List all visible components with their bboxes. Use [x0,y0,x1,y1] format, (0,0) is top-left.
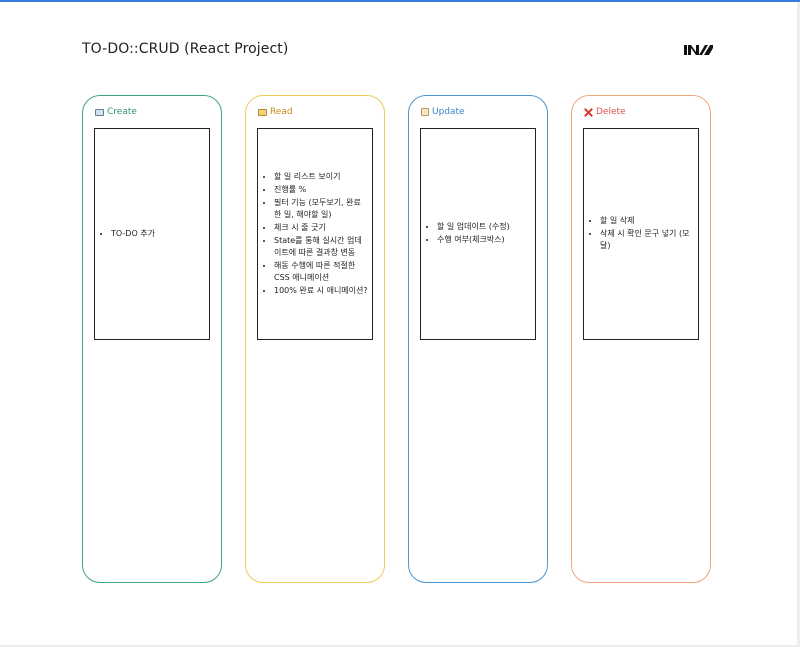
list-item: 할 일 삭제 [600,215,694,227]
item-list: 할 일 업데이트 (수정) 수행 여부(체크박스) [421,221,514,247]
list-item: 100% 완료 시 애니메이션? [274,285,368,297]
column-update: Update 할 일 업데이트 (수정) 수행 여부(체크박스) [408,95,548,583]
column-title: Update [432,107,465,117]
column-title: Delete [596,107,626,117]
column-read: Read 할 일 리스트 보이기 진행률 % 필터 기능 (모두보기, 완료한 … [245,95,385,583]
column-title: Read [270,107,293,117]
column-create: Create TO-DO 추가 [82,95,222,583]
computer-icon [95,108,104,116]
item-list: TO-DO 추가 [95,228,159,241]
list-item: 필터 기능 (모두보기, 완료한 일, 해야할 일) [274,197,368,221]
list-item: 수행 여부(체크박스) [437,234,510,246]
column-header-read: Read [258,107,293,117]
list-item: 해동 수행에 따른 적절한 CSS 애니메이션 [274,260,368,284]
list-item: 진행률 % [274,184,368,196]
list-item: TO-DO 추가 [111,228,155,240]
column-title: Create [107,107,137,117]
column-header-create: Create [95,107,137,117]
list-item: 할 일 업데이트 (수정) [437,221,510,233]
note-card-create: TO-DO 추가 [94,128,210,340]
note-card-update: 할 일 업데이트 (수정) 수행 여부(체크박스) [420,128,536,340]
column-delete: Delete 할 일 삭제 삭제 시 확인 문구 넣기 (모달) [571,95,711,583]
note-card-delete: 할 일 삭제 삭제 시 확인 문구 넣기 (모달) [583,128,699,340]
column-header-update: Update [421,107,465,117]
list-item: 삭제 시 확인 문구 넣기 (모달) [600,228,694,252]
memo-icon [421,108,429,116]
item-list: 할 일 리스트 보이기 진행률 % 필터 기능 (모두보기, 완료한 일, 해야… [258,171,372,298]
top-accent-bar [0,0,800,2]
book-icon [258,108,267,116]
page-title: TO-DO::CRUD (React Project) [82,41,289,57]
column-header-delete: Delete [584,107,626,117]
note-card-read: 할 일 리스트 보이기 진행률 % 필터 기능 (모두보기, 완료한 일, 해야… [257,128,373,340]
list-item: 체크 시 줄 긋기 [274,222,368,234]
cross-mark-icon [584,107,593,117]
item-list: 할 일 삭제 삭제 시 확인 문구 넣기 (모달) [584,215,698,253]
brand-logo-icon [684,45,713,55]
list-item: 할 일 리스트 보이기 [274,171,368,183]
list-item: State를 통해 실시간 업데이트에 따른 결과창 변동 [274,235,368,259]
